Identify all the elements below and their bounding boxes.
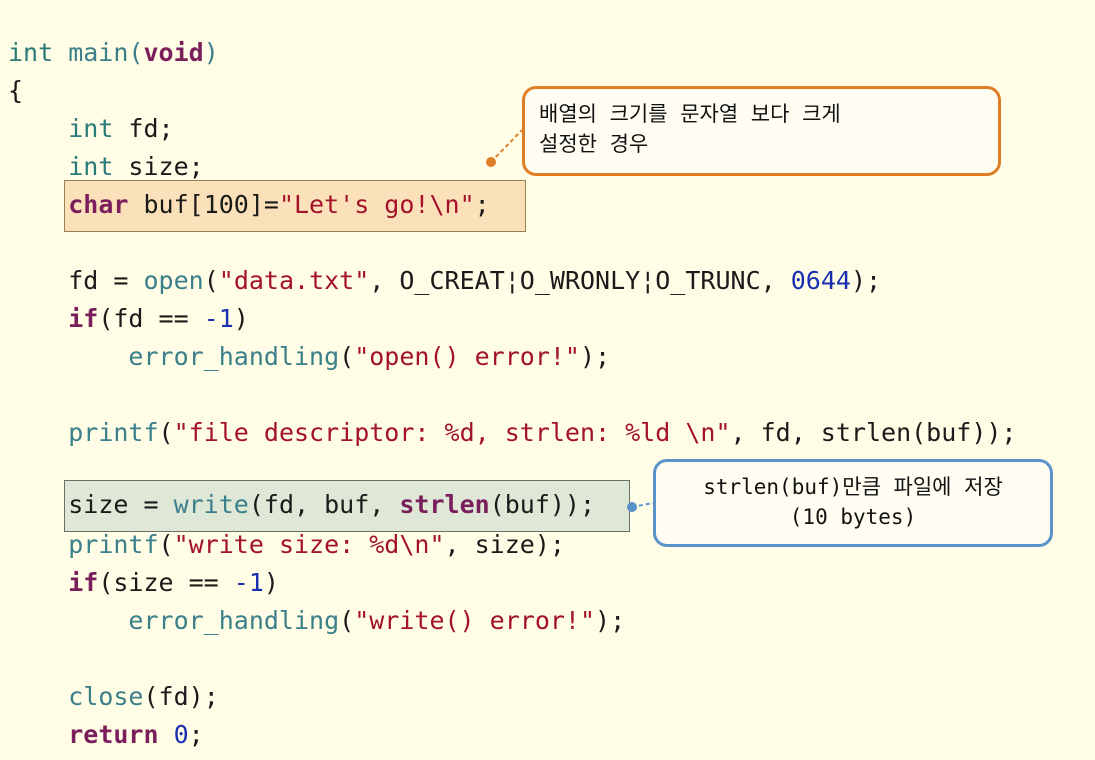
write-callout-anchor xyxy=(627,502,637,512)
callout-text-line: (10 bytes) xyxy=(789,505,917,529)
callout-text-line: strlen(buf)만큼 파일에 저장 xyxy=(703,475,1003,499)
write-length-callout: strlen(buf)만큼 파일에 저장 (10 bytes) xyxy=(653,459,1053,547)
buffer-callout-anchor xyxy=(486,157,496,167)
buffer-size-callout: 배열의 크기를 문자열 보다 크게 설정한 경우 xyxy=(522,86,1001,176)
buffer-callout-connector xyxy=(490,129,523,163)
callout-text-line: 설정한 경우 xyxy=(539,132,649,156)
callout-text-line: 배열의 크기를 문자열 보다 크게 xyxy=(539,102,841,126)
